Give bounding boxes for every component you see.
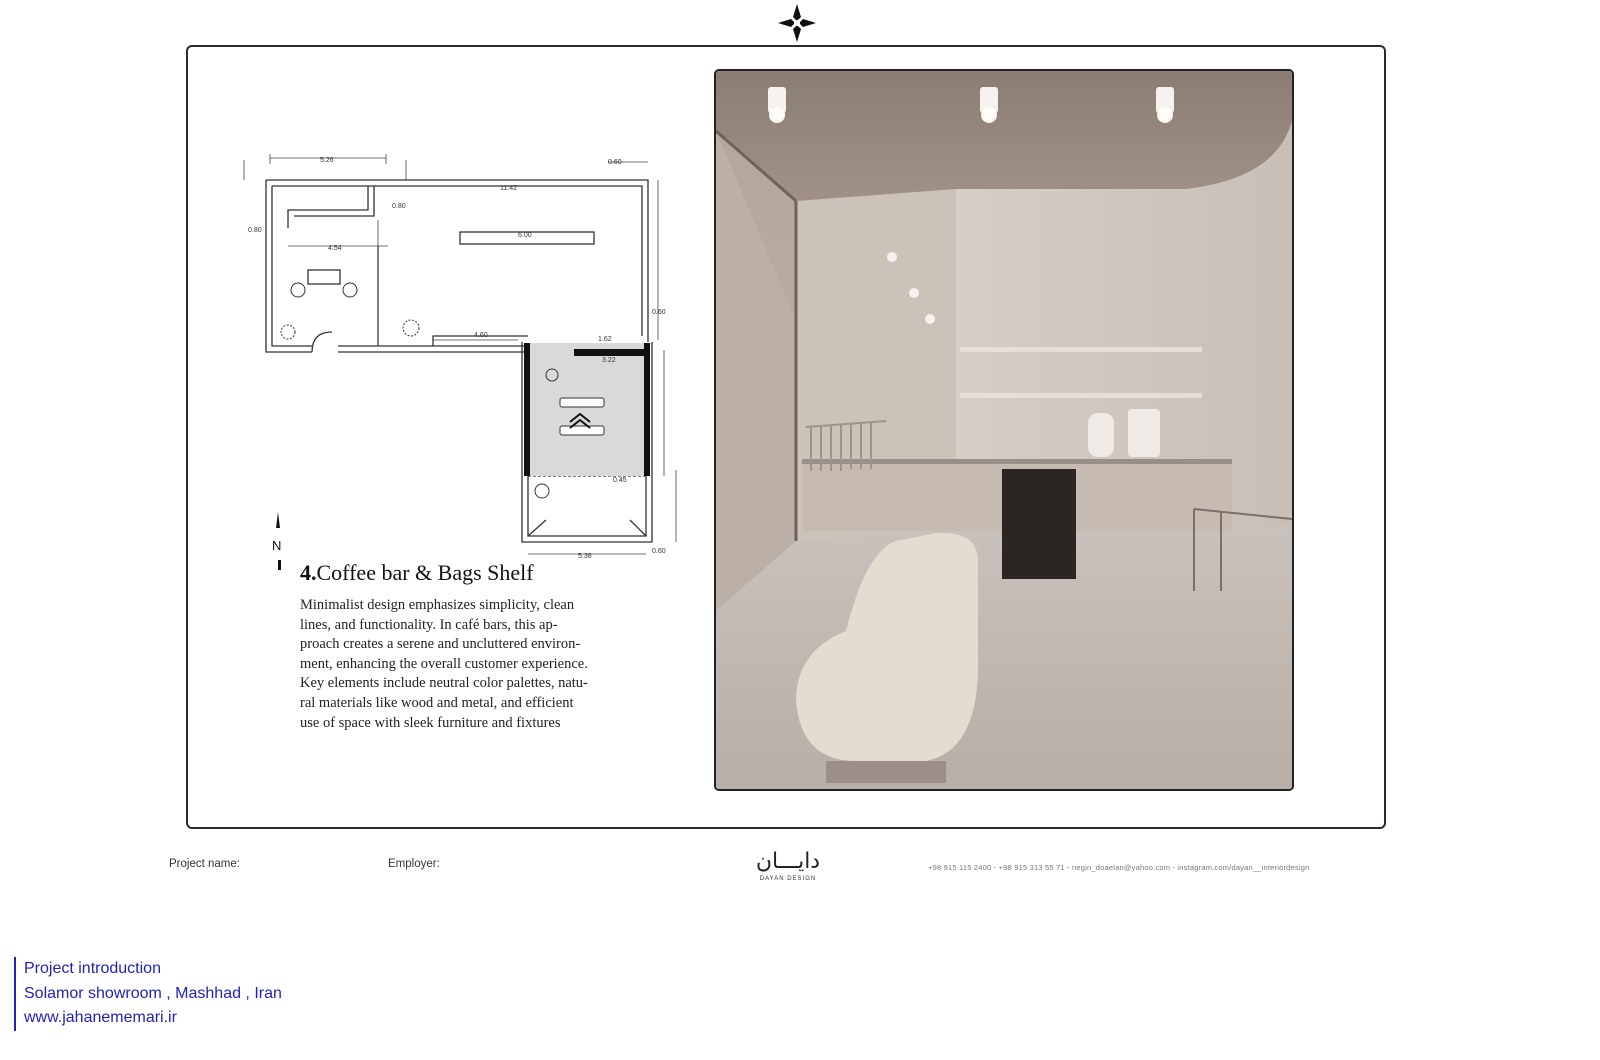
interior-render-image <box>714 69 1294 791</box>
dim-label: 3.22 <box>602 357 616 364</box>
project-name-label: Project name: <box>169 858 240 870</box>
description-line: ment, enhancing the overall customer exp… <box>300 655 588 672</box>
caption-line-project: Solamor showroom , Mashhad , Iran <box>24 984 282 1002</box>
description-line: use of space with sleek furniture and fi… <box>300 714 561 731</box>
dim-label: 1.62 <box>598 336 612 343</box>
dim-label: 0.60 <box>652 548 666 555</box>
dayan-brand-logo: دایـــان DAYAN DESIGN <box>755 849 821 882</box>
dim-label: 6.00 <box>518 232 532 239</box>
north-arrow-icon: N <box>272 512 281 570</box>
dim-label: 0.80 <box>248 227 262 234</box>
dim-label: 4.54 <box>328 245 342 252</box>
caption-line-title: Project introduction <box>24 960 161 977</box>
dim-label: 0.45 <box>613 477 627 484</box>
dim-label: 11.42 <box>500 185 517 192</box>
section-description: Minimalist design emphasizes simplicity,… <box>300 596 616 733</box>
description-line: lines, and functionality. In café bars, … <box>300 616 558 633</box>
caption-line-website[interactable]: www.jahanememari.ir <box>24 1006 282 1031</box>
svg-text:N: N <box>272 538 281 553</box>
section-title: 4.Coffee bar & Bags Shelf <box>300 560 534 585</box>
description-line: proach creates a serene and uncluttered … <box>300 636 581 653</box>
dim-label: 5.26 <box>320 157 334 164</box>
dim-label: 0.60 <box>608 159 622 166</box>
ornament-logo-icon <box>778 4 816 42</box>
employer-label: Employer: <box>388 858 440 870</box>
description-line: Key elements include neutral color palet… <box>300 675 588 692</box>
description-line: ral materials like wood and metal, and e… <box>300 694 574 711</box>
description-line: Minimalist design emphasizes simplicity,… <box>300 597 575 613</box>
dim-label: 4.60 <box>474 332 488 339</box>
project-caption: Project introduction Solamor showroom , … <box>14 957 282 1031</box>
dim-label: 0.60 <box>652 309 666 316</box>
floor-plan-drawing: 5.26 11.42 0.80 0.80 4.54 6.00 0.60 0.60… <box>243 154 677 570</box>
dim-label: 5.38 <box>578 553 592 560</box>
dim-label: 0.80 <box>392 203 406 210</box>
contact-info: +98 915 115 2400 - +98 915 313 55 71 - n… <box>928 863 1310 872</box>
